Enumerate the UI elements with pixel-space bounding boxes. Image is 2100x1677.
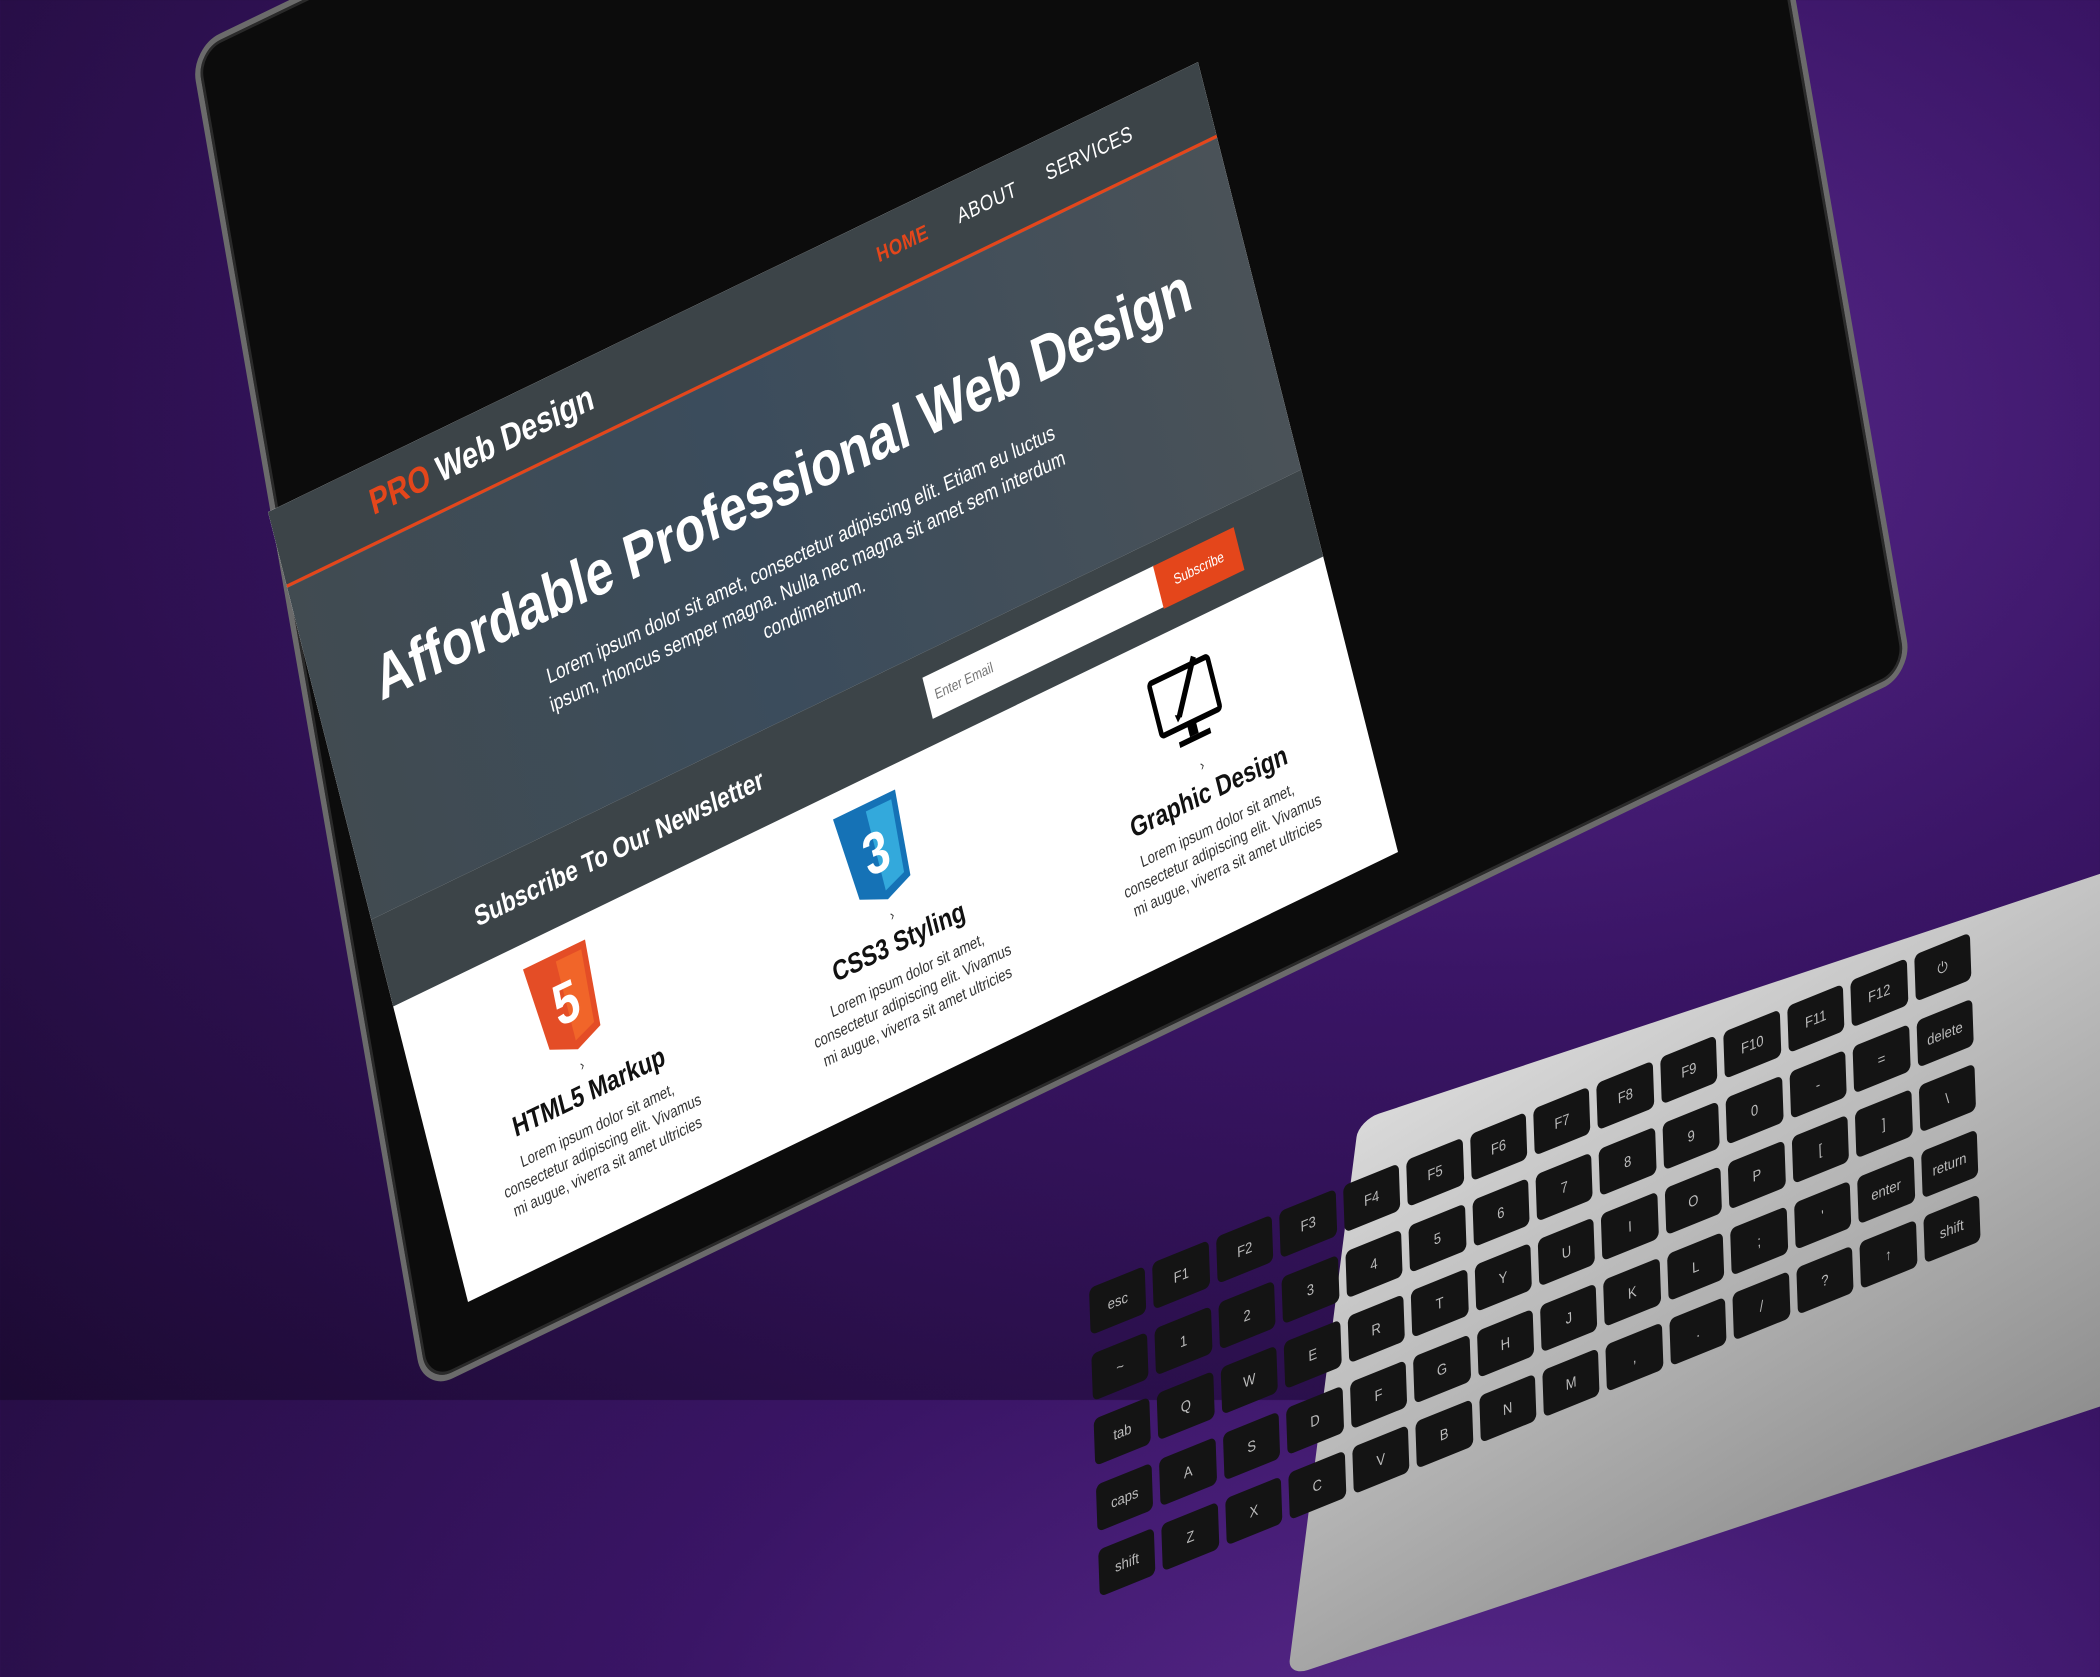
keyboard-key: J [1539,1282,1598,1353]
keyboard-key: 1 [1154,1305,1213,1376]
keyboard-key: ↑ [1859,1220,1918,1290]
keyboard-key: 7 [1535,1151,1594,1222]
keyboard-key: F3 [1279,1188,1338,1259]
keyboard-key: F2 [1215,1214,1274,1284]
keyboard-key: ~ [1091,1331,1149,1401]
keyboard-key: F [1349,1359,1408,1430]
keyboard-key: S [1222,1411,1281,1481]
keyboard-key: D [1286,1385,1344,1455]
keyboard-key: - [1789,1049,1847,1119]
keyboard-key: G [1413,1334,1471,1404]
keyboard-key: ' [1793,1180,1852,1250]
brand-prefix: PRO [365,455,435,524]
keyboard-key: H [1476,1308,1535,1378]
keyboard-key: 8 [1598,1126,1657,1196]
keyboard-key: B [1415,1399,1474,1470]
keyboard-key: 6 [1471,1177,1530,1247]
keyboard-key: Z [1161,1502,1220,1572]
keyboard-key: , [1605,1322,1664,1393]
keyboard-key: W [1220,1345,1279,1415]
keyboard-key: 5 [1408,1203,1467,1273]
keyboard-key: F1 [1152,1240,1211,1310]
keyboard-key: esc [1089,1265,1147,1336]
keyboard-key: T [1410,1268,1469,1339]
nav-home[interactable]: HOME [874,219,931,268]
keyboard-key: Q [1157,1371,1215,1441]
keyboard-key: U [1537,1217,1596,1287]
keyboard-key: [ [1791,1114,1850,1185]
keyboard-key: return [1920,1129,1979,1199]
keyboard-key: ; [1730,1205,1788,1276]
keyboard-key: / [1732,1271,1791,1341]
keyboard-key: C [1288,1450,1347,1521]
nav-services[interactable]: SERVICES [1043,120,1135,186]
keyboard-key: M [1542,1348,1600,1418]
keyboard-key: Y [1474,1242,1532,1313]
keyboard-key: O [1664,1166,1723,1236]
keyboard-key: A [1159,1436,1217,1507]
keyboard-key: 4 [1345,1228,1403,1299]
photo-scene: esc F1 F2 F3 F4 F5 F6 F7 F8 F9 F10 F11 F12 ⏻ ~1 2 3 4 5 6 7 8… [0,0,2100,1677]
keyboard-key: V [1351,1425,1410,1495]
keyboard-key: caps [1095,1462,1154,1532]
keyboard-key: E [1283,1319,1342,1390]
keyboard-key: tab [1093,1396,1152,1467]
keyboard-key: 9 [1662,1100,1720,1171]
keyboard-key: shift [1922,1194,1981,1265]
keyboard-key: ? [1796,1245,1854,1316]
keyboard-key: enter [1857,1154,1915,1225]
keyboard-key: 2 [1218,1280,1276,1350]
keyboard-key: 3 [1281,1254,1340,1324]
keyboard-key: = [1852,1023,1911,1094]
keyboard-key: shift [1098,1527,1156,1598]
keyboard-key: delete [1916,998,1974,1068]
nav-about[interactable]: ABOUT [955,176,1020,229]
keyboard-key: L [1666,1231,1725,1302]
keyboard-key: P [1728,1140,1786,1210]
keyboard-key: I [1601,1191,1659,1262]
keyboard-key: N [1478,1374,1537,1444]
keyboard-key: X [1225,1476,1283,1546]
keyboard-key: 0 [1725,1074,1784,1145]
keyboard-key: R [1347,1294,1406,1364]
keyboard-key: . [1669,1297,1727,1367]
keyboard-key: K [1603,1257,1662,1327]
keyboard-key: \ [1918,1063,1977,1133]
subscribe-button[interactable]: Subscribe [1153,527,1245,609]
keyboard-key: ] [1854,1089,1913,1159]
